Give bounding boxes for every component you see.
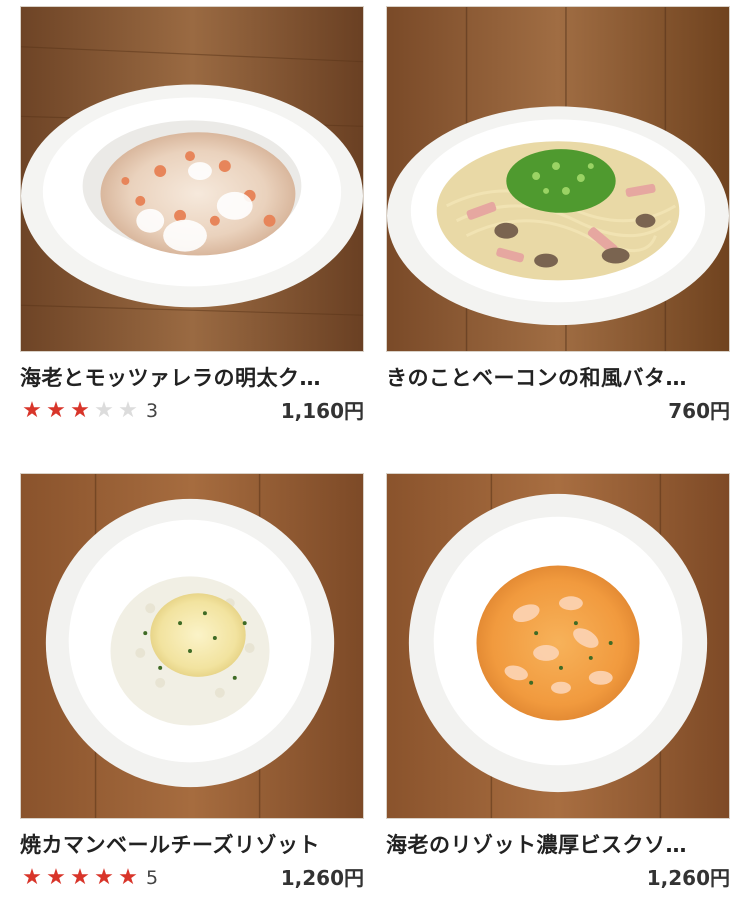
menu-item-price: 1,260円 [280, 866, 364, 890]
rating-count: 3 [146, 400, 159, 422]
menu-item-name[interactable]: 海老とモッツァレラの明太ク… [20, 364, 364, 392]
menu-item-photo[interactable] [20, 6, 364, 352]
rating-stars: ★ ★ ★ ★ ★ 3 [20, 399, 158, 423]
menu-item-price: 1,160円 [280, 399, 364, 423]
star-empty-icon: ★ [94, 398, 114, 423]
menu-item-price: 1,260円 [646, 866, 730, 890]
star-filled-icon: ★ [22, 398, 42, 423]
menu-item-card[interactable]: 海老とモッツァレラの明太ク… ★ ★ ★ ★ ★ 3 1,160円 [20, 6, 364, 426]
star-filled-icon: ★ [94, 865, 114, 890]
menu-item-meta: 760円 [386, 398, 730, 426]
star-filled-icon: ★ [70, 865, 90, 890]
menu-item-meta: ★ ★ ★ ★ ★ 5 1,260円 [20, 865, 364, 893]
menu-item-card[interactable]: 海老のリゾット濃厚ビスクソ… 1,260円 [386, 473, 730, 893]
rating-stars: ★ ★ ★ ★ ★ 5 [20, 866, 158, 890]
star-filled-icon: ★ [46, 398, 66, 423]
menu-item-meta: 1,260円 [386, 865, 730, 893]
star-empty-icon: ★ [118, 398, 138, 423]
menu-item-name[interactable]: きのことベーコンの和風バタ… [386, 364, 730, 392]
menu-item-name[interactable]: 焼カマンベールチーズリゾット [20, 831, 364, 859]
menu-grid: 海老とモッツァレラの明太ク… ★ ★ ★ ★ ★ 3 1,160円 きのことベー… [0, 0, 750, 902]
star-filled-icon: ★ [118, 865, 138, 890]
star-filled-icon: ★ [22, 865, 42, 890]
menu-item-price: 760円 [668, 399, 730, 423]
menu-item-meta: ★ ★ ★ ★ ★ 3 1,160円 [20, 398, 364, 426]
star-filled-icon: ★ [46, 865, 66, 890]
menu-item-card[interactable]: 焼カマンベールチーズリゾット ★ ★ ★ ★ ★ 5 1,260円 [20, 473, 364, 893]
star-filled-icon: ★ [70, 398, 90, 423]
rating-count: 5 [146, 867, 159, 889]
menu-item-card[interactable]: きのことベーコンの和風バタ… 760円 [386, 6, 730, 426]
menu-item-photo[interactable] [386, 6, 730, 352]
menu-item-photo[interactable] [20, 473, 364, 819]
menu-item-name[interactable]: 海老のリゾット濃厚ビスクソ… [386, 831, 730, 859]
menu-item-photo[interactable] [386, 473, 730, 819]
